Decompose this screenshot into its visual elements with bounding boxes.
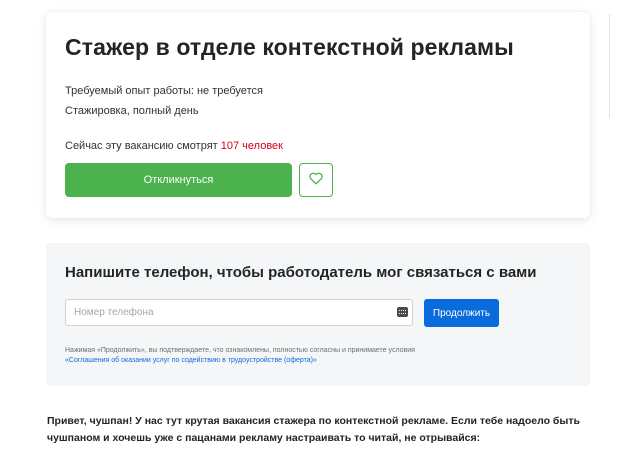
favorite-button[interactable]	[299, 163, 333, 197]
respond-button[interactable]: Откликнуться	[65, 163, 292, 197]
phone-input[interactable]	[65, 299, 413, 326]
sidebar-edge	[609, 14, 610, 118]
terms-link[interactable]: «Соглашения об оказании услуг по содейст…	[65, 357, 317, 364]
experience-text: Требуемый опыт работы: не требуется	[65, 85, 263, 97]
terms-text: Нажимая «Продолжить», вы подтверждаете, …	[65, 346, 545, 366]
viewers-prefix: Сейчас эту вакансию смотрят	[65, 140, 221, 152]
terms-body: Нажимая «Продолжить», вы подтверждаете, …	[65, 347, 415, 354]
employment-text: Стажировка, полный день	[65, 105, 199, 117]
phone-form-heading: Напишите телефон, чтобы работодатель мог…	[65, 264, 537, 281]
vacancy-description: Привет, чушпан! У нас тут крутая ваканси…	[47, 415, 580, 444]
phone-form-panel: Напишите телефон, чтобы работодатель мог…	[46, 243, 590, 386]
vacancy-card: Стажер в отделе контекстной рекламы Треб…	[46, 12, 590, 218]
viewers-count: 107 человек	[220, 140, 283, 152]
viewers-text: Сейчас эту вакансию смотрят 107 человек	[65, 140, 283, 152]
continue-button[interactable]: Продолжить	[424, 299, 499, 327]
keyboard-icon[interactable]	[397, 307, 408, 317]
vacancy-title: Стажер в отделе контекстной рекламы	[65, 34, 514, 60]
heart-outline-icon	[309, 172, 323, 188]
